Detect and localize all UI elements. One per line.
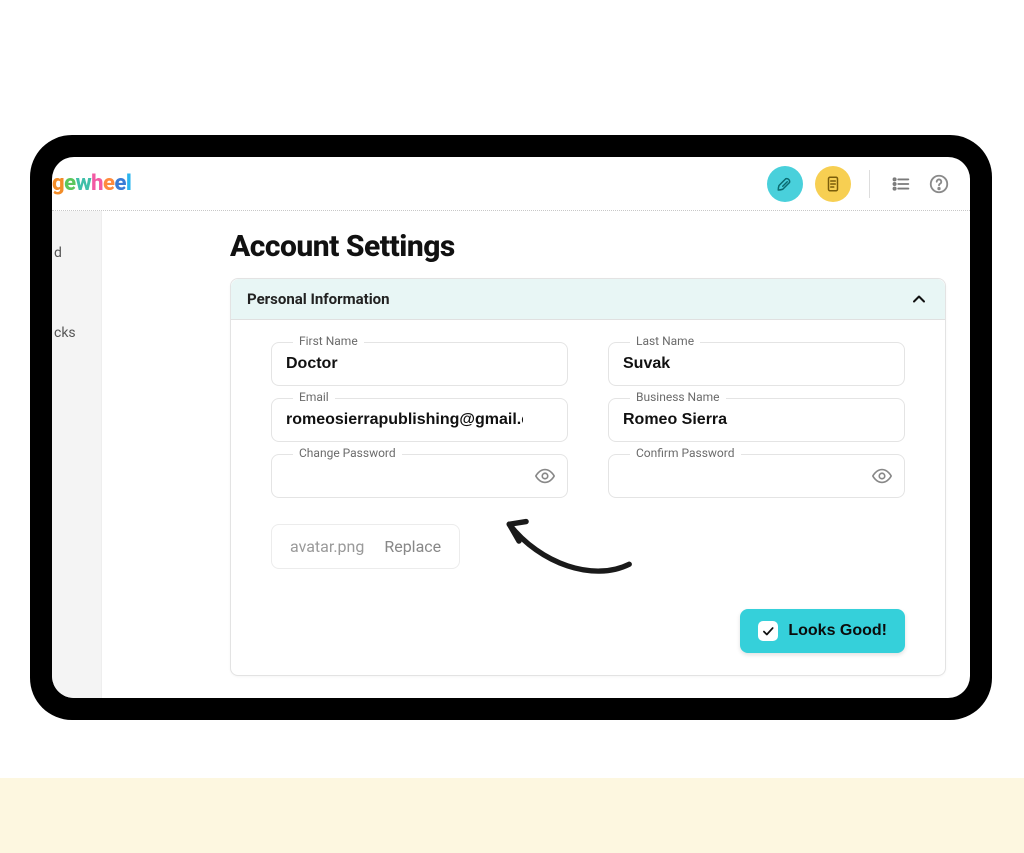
check-icon-wrap bbox=[758, 621, 778, 641]
change-password-field-wrap: Change Password bbox=[271, 454, 568, 498]
email-field-wrap: Email bbox=[271, 398, 568, 442]
personal-info-panel: Personal Information First Name Last Nam… bbox=[230, 278, 946, 676]
list-icon bbox=[890, 173, 912, 195]
brand-logo: gewheel bbox=[52, 171, 131, 196]
confirm-password-field-wrap: Confirm Password bbox=[608, 454, 905, 498]
eye-icon bbox=[534, 465, 556, 487]
first-name-input[interactable] bbox=[271, 342, 568, 386]
check-icon bbox=[761, 624, 775, 638]
brand-letter: g bbox=[52, 171, 64, 196]
avatar-upload: avatar.png Replace bbox=[271, 524, 460, 569]
avatar-filename: avatar.png bbox=[290, 537, 364, 556]
brand-letter: e bbox=[114, 171, 125, 196]
business-name-field-wrap: Business Name bbox=[608, 398, 905, 442]
brand-letter: w bbox=[76, 171, 92, 196]
screen: gewheel d bbox=[52, 157, 970, 698]
sidebar: d cks bbox=[52, 211, 102, 698]
brand-letter: e bbox=[64, 171, 75, 196]
last-name-field-wrap: Last Name bbox=[608, 342, 905, 386]
topbar: gewheel bbox=[52, 157, 970, 211]
looks-good-label: Looks Good! bbox=[788, 622, 887, 640]
chevron-up-icon bbox=[909, 289, 929, 309]
menu-list-button[interactable] bbox=[888, 171, 914, 197]
upload-row: avatar.png Replace bbox=[271, 524, 905, 569]
form-row: Email Business Name bbox=[271, 398, 905, 442]
brand-letter: l bbox=[126, 171, 131, 196]
business-name-input[interactable] bbox=[608, 398, 905, 442]
brand-letter: h bbox=[91, 171, 103, 196]
sidebar-item[interactable] bbox=[52, 277, 101, 309]
confirm-password-label: Confirm Password bbox=[630, 446, 741, 460]
eye-icon bbox=[871, 465, 893, 487]
change-password-label: Change Password bbox=[293, 446, 402, 460]
email-input[interactable] bbox=[271, 398, 568, 442]
page-bottom-band bbox=[0, 778, 1024, 853]
main-area: d cks Account Settings Personal Informat… bbox=[52, 211, 970, 698]
sidebar-item[interactable]: d bbox=[52, 229, 101, 277]
form-row: Change Password Confirm Password bbox=[271, 454, 905, 498]
rocket-icon bbox=[776, 175, 794, 193]
show-password-toggle[interactable] bbox=[534, 465, 556, 487]
tablet-frame: gewheel d bbox=[30, 135, 992, 720]
last-name-input[interactable] bbox=[608, 342, 905, 386]
topbar-right bbox=[767, 166, 952, 202]
email-label: Email bbox=[293, 390, 335, 404]
brand-letter: e bbox=[103, 171, 114, 196]
last-name-label: Last Name bbox=[630, 334, 700, 348]
business-name-label: Business Name bbox=[630, 390, 726, 404]
first-name-label: First Name bbox=[293, 334, 364, 348]
help-button[interactable] bbox=[926, 171, 952, 197]
rocket-button[interactable] bbox=[767, 166, 803, 202]
confirm-password-input[interactable] bbox=[608, 454, 905, 498]
help-icon bbox=[928, 173, 950, 195]
sidebar-item[interactable]: cks bbox=[52, 309, 101, 357]
show-password-toggle[interactable] bbox=[871, 465, 893, 487]
form-row: First Name Last Name bbox=[271, 342, 905, 386]
document-icon bbox=[824, 175, 842, 193]
first-name-field-wrap: First Name bbox=[271, 342, 568, 386]
panel-header[interactable]: Personal Information bbox=[231, 279, 945, 320]
looks-good-button[interactable]: Looks Good! bbox=[740, 609, 905, 653]
page-title: Account Settings bbox=[230, 229, 946, 264]
panel-title: Personal Information bbox=[247, 290, 390, 308]
panel-body: First Name Last Name Email bbox=[231, 320, 945, 675]
change-password-input[interactable] bbox=[271, 454, 568, 498]
content-area: Account Settings Personal Information Fi… bbox=[102, 211, 970, 698]
panel-actions: Looks Good! bbox=[271, 609, 905, 653]
vertical-divider bbox=[869, 170, 870, 198]
document-button[interactable] bbox=[815, 166, 851, 202]
replace-avatar-button[interactable]: Replace bbox=[384, 537, 441, 556]
